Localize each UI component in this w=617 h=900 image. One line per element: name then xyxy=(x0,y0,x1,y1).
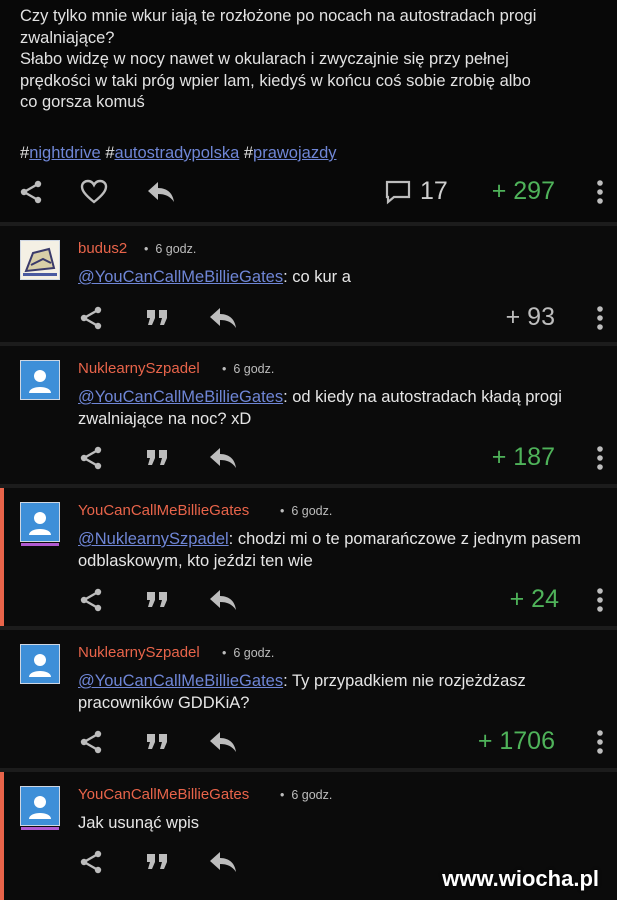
comment-time: • 6 godz. xyxy=(222,362,275,376)
comment-text: @YouCanCallMeBillieGates: Ty przypadkiem… xyxy=(78,670,608,714)
quote-icon[interactable] xyxy=(146,448,170,468)
default-user-icon xyxy=(21,787,59,825)
comment-time: • 6 godz. xyxy=(280,788,333,802)
comment-author[interactable]: NuklearnySzpadel xyxy=(78,644,200,661)
comment: NuklearnySzpadel • 6 godz. @YouCanCallMe… xyxy=(0,346,617,484)
post-line: Czy tylko mnie wkur iają te rozłożone po… xyxy=(20,7,537,25)
more-icon[interactable] xyxy=(596,729,604,755)
mention-link[interactable]: @YouCanCallMeBillieGates xyxy=(78,672,283,690)
post-action-bar: 17 + 297 xyxy=(0,172,617,212)
comment-time-text: 6 godz. xyxy=(155,242,197,256)
comment-action-bar: + 187 xyxy=(0,438,617,478)
reply-icon[interactable] xyxy=(208,730,238,754)
cartoon-avatar-icon xyxy=(23,247,57,276)
quote-icon[interactable] xyxy=(146,732,170,752)
comment-time: • 6 godz. xyxy=(280,504,333,518)
comment-action-bar: + 93 xyxy=(0,298,617,338)
comment: YouCanCallMeBillieGates • 6 godz. @Nukle… xyxy=(0,488,617,626)
default-user-icon xyxy=(21,361,59,399)
reply-icon[interactable] xyxy=(146,180,176,204)
comment: NuklearnySzpadel • 6 godz. @YouCanCallMe… xyxy=(0,630,617,768)
reply-icon[interactable] xyxy=(208,588,238,612)
avatar[interactable] xyxy=(20,786,60,830)
comment-time-text: 6 godz. xyxy=(291,504,333,518)
post-line: zwalniające? xyxy=(20,28,115,47)
share-icon[interactable] xyxy=(78,849,104,875)
avatar[interactable] xyxy=(20,644,60,684)
comment-text: @NuklearnySzpadel: chodzi mi o te pomara… xyxy=(78,528,608,572)
comment-time: • 6 godz. xyxy=(222,646,275,660)
comment-author[interactable]: YouCanCallMeBillieGates xyxy=(78,502,249,519)
comment-author[interactable]: NuklearnySzpadel xyxy=(78,360,200,377)
more-icon[interactable] xyxy=(596,587,604,613)
avatar[interactable] xyxy=(20,502,60,546)
vote-count[interactable]: + 24 xyxy=(510,585,559,614)
comment-time-text: 6 godz. xyxy=(233,646,275,660)
comment-time: • 6 godz. xyxy=(144,242,197,256)
share-icon[interactable] xyxy=(78,445,104,471)
post-line: Słabo widzę w nocy nawet w okularach i z… xyxy=(20,50,509,68)
comment-author[interactable]: budus2 xyxy=(78,240,127,257)
share-icon[interactable] xyxy=(18,179,44,205)
mention-link[interactable]: @YouCanCallMeBillieGates xyxy=(78,388,283,406)
more-icon[interactable] xyxy=(596,179,604,205)
vote-count[interactable]: + 93 xyxy=(506,303,555,332)
tag-link[interactable]: prawojazdy xyxy=(253,144,336,162)
default-user-icon xyxy=(21,645,59,683)
comment-action-bar: + 24 xyxy=(4,580,617,620)
reply-icon[interactable] xyxy=(208,446,238,470)
avatar[interactable] xyxy=(20,240,60,280)
comment-body: Jak usunąć wpis xyxy=(78,814,200,832)
comment-time-text: 6 godz. xyxy=(291,788,333,802)
heart-icon[interactable] xyxy=(80,179,108,205)
quote-icon[interactable] xyxy=(146,852,170,872)
reply-icon[interactable] xyxy=(208,306,238,330)
comment-text: @YouCanCallMeBillieGates: co kur a xyxy=(78,266,608,288)
more-icon[interactable] xyxy=(596,305,604,331)
post-line: prędkości w taki próg wpier lam, kiedyś … xyxy=(20,71,531,90)
quote-icon[interactable] xyxy=(146,308,170,328)
watermark: www.wiocha.pl xyxy=(442,866,599,891)
tag-link[interactable]: nightdrive xyxy=(29,144,101,162)
default-user-icon xyxy=(21,503,59,541)
reply-icon[interactable] xyxy=(208,850,238,874)
post-text: Czy tylko mnie wkur iają te rozłożone po… xyxy=(20,6,605,114)
post-line: co gorsza komuś xyxy=(20,93,145,111)
comment-body: : co kur a xyxy=(283,268,351,286)
comment-author[interactable]: YouCanCallMeBillieGates xyxy=(78,786,249,803)
comment-action-bar: + 1706 xyxy=(0,722,617,762)
mention-link[interactable]: @NuklearnySzpadel xyxy=(78,530,229,548)
share-icon[interactable] xyxy=(78,729,104,755)
post-tags: #nightdrive #autostradypolska #prawojazd… xyxy=(20,144,337,162)
share-icon[interactable] xyxy=(78,305,104,331)
post: Czy tylko mnie wkur iają te rozłożone po… xyxy=(0,0,617,222)
vote-count[interactable]: + 1706 xyxy=(478,727,555,756)
vote-count[interactable]: + 187 xyxy=(492,443,555,472)
avatar[interactable] xyxy=(20,360,60,400)
more-icon[interactable] xyxy=(596,445,604,471)
comments-count: 17 xyxy=(420,177,448,205)
comment: budus2 • 6 godz. @YouCanCallMeBillieGate… xyxy=(0,226,617,342)
tag-link[interactable]: autostradypolska xyxy=(115,144,240,162)
comment-text: @YouCanCallMeBillieGates: od kiedy na au… xyxy=(78,386,608,430)
quote-icon[interactable] xyxy=(146,590,170,610)
comment-time-text: 6 godz. xyxy=(233,362,275,376)
mention-link[interactable]: @YouCanCallMeBillieGates xyxy=(78,268,283,286)
share-icon[interactable] xyxy=(78,587,104,613)
vote-count[interactable]: + 297 xyxy=(492,177,555,206)
comment-text: Jak usunąć wpis xyxy=(78,812,608,834)
comment-icon[interactable] xyxy=(384,179,412,205)
